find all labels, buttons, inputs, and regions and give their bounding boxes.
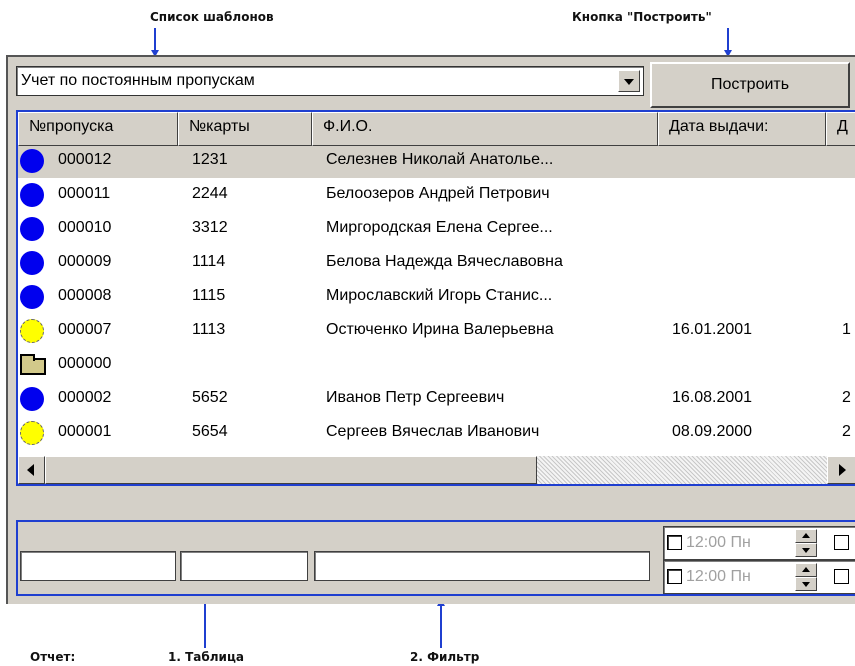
status-bar (16, 486, 855, 508)
annotation-filter-line (440, 606, 442, 648)
table-row[interactable]: 000001 5654 Сергеев Вячеслав Иванович 08.09… (18, 418, 855, 450)
table-row[interactable]: 000002 5652 Иванов Петр Сергеевич 16.08.200… (18, 384, 855, 416)
table-row[interactable]: 000000 (18, 350, 855, 382)
cell-extra: 2 (842, 423, 851, 440)
cell-card: 1115 (192, 287, 226, 304)
scroll-right-icon[interactable] (827, 456, 855, 484)
cell-date: 16.01.2001 (672, 321, 753, 338)
scroll-left-icon[interactable] (18, 456, 45, 484)
spin-up-icon[interactable] (795, 563, 817, 577)
date-from-value: 12:00 Пн (686, 534, 751, 551)
filter-card-input[interactable] (180, 551, 308, 581)
yellow-circle-icon (20, 319, 44, 343)
filter-name-input[interactable] (314, 551, 650, 581)
date-to-spinner[interactable] (795, 563, 817, 591)
filter-panel: 12:00 Пн 12:00 Пн (16, 520, 855, 596)
cell-extra: 1 (842, 321, 851, 338)
blue-circle-icon (20, 183, 44, 207)
cell-pass: 000002 (58, 389, 112, 406)
cell-date: 16.08.2001 (672, 389, 753, 406)
chevron-down-icon[interactable] (618, 70, 640, 92)
cell-name: Сергеев Вячеслав Иванович (326, 423, 540, 440)
spin-down-icon[interactable] (795, 543, 817, 557)
cell-pass: 000008 (58, 287, 112, 304)
table-row[interactable]: 000010 3312 Миргородская Елена Сергее... (18, 214, 855, 246)
annotation-build-button-line (727, 28, 729, 52)
table-row[interactable]: 000007 1113 Остюченко Ирина Валерьевна 16.0… (18, 316, 855, 348)
cell-pass: 000000 (58, 355, 112, 372)
cell-name: Иванов Петр Сергеевич (326, 389, 505, 406)
cell-card: 3312 (192, 219, 228, 236)
column-header-name[interactable]: Ф.И.О. (312, 112, 658, 146)
cell-card: 5654 (192, 423, 228, 440)
annotation-filter: 2. Фильтр (410, 650, 480, 664)
annotation-report: Отчет: (30, 650, 76, 664)
cell-name: Белова Надежда Вячеславовна (326, 253, 563, 270)
cell-pass: 000010 (58, 219, 112, 236)
cell-pass: 000011 (58, 185, 111, 202)
cell-pass: 000007 (58, 321, 112, 338)
scrollbar-track[interactable] (537, 456, 827, 484)
cell-name: Остюченко Ирина Валерьевна (326, 321, 554, 338)
cell-date: 08.09.2000 (672, 423, 753, 440)
blue-circle-icon (20, 285, 44, 309)
table-row[interactable]: 000008 1115 Мирославский Игорь Станис... (18, 282, 855, 314)
spin-up-icon[interactable] (795, 529, 817, 543)
blue-circle-icon (20, 387, 44, 411)
build-button[interactable]: Построить (650, 62, 850, 108)
horizontal-scrollbar[interactable] (18, 456, 855, 484)
blue-circle-icon (20, 149, 44, 173)
filter-date-to[interactable]: 12:00 Пн (663, 560, 855, 594)
cell-name: Миргородская Елена Сергее... (326, 219, 553, 236)
cell-name: Селезнев Николай Анатолье... (326, 151, 554, 168)
cell-pass: 000001 (58, 423, 112, 440)
template-select-value: Учет по постоянным пропускам (21, 72, 255, 89)
annotation-template-list: Список шаблонов (150, 10, 274, 24)
spin-down-icon[interactable] (795, 577, 817, 591)
cell-card: 1231 (192, 151, 228, 168)
cell-card: 5652 (192, 389, 228, 406)
cell-pass: 000009 (58, 253, 112, 270)
blue-circle-icon (20, 217, 44, 241)
date-from-spinner[interactable] (795, 529, 817, 557)
table-row[interactable]: 000011 2244 Белоозеров Андрей Петрович (18, 180, 855, 212)
annotation-table: 1. Таблица (168, 650, 244, 664)
date-from-checkbox[interactable] (667, 535, 682, 550)
cell-name: Мирославский Игорь Станис... (326, 287, 553, 304)
folder-icon (20, 354, 46, 375)
scrollbar-thumb[interactable] (45, 456, 537, 484)
date-from-extra-checkbox[interactable] (834, 535, 849, 550)
column-header-card[interactable]: №карты (178, 112, 312, 146)
filter-date-from[interactable]: 12:00 Пн (663, 526, 855, 560)
cell-card: 2244 (192, 185, 228, 202)
cell-card: 1113 (192, 321, 226, 338)
date-to-extra-checkbox[interactable] (834, 569, 849, 584)
template-select[interactable]: Учет по постоянным пропускам (16, 66, 644, 96)
cell-extra: 2 (842, 389, 851, 406)
column-header-pass[interactable]: №пропуска (18, 112, 178, 146)
date-to-checkbox[interactable] (667, 569, 682, 584)
table-row[interactable]: 000009 1114 Белова Надежда Вячеславовна (18, 248, 855, 280)
blue-circle-icon (20, 251, 44, 275)
table-row[interactable]: 000012 1231 Селезнев Николай Анатолье... (18, 146, 855, 178)
column-header-extra[interactable]: Д (826, 112, 855, 146)
cell-pass: 000012 (58, 151, 112, 168)
yellow-circle-icon (20, 421, 44, 445)
annotation-build-button: Кнопка "Построить" (572, 10, 712, 24)
report-table: №пропуска №карты Ф.И.О. Дата выдачи: Д 0… (16, 110, 855, 486)
annotation-template-list-line (154, 28, 156, 52)
filter-pass-input[interactable] (20, 551, 176, 581)
cell-card: 1114 (192, 253, 226, 270)
column-header-date[interactable]: Дата выдачи: (658, 112, 826, 146)
cell-name: Белоозеров Андрей Петрович (326, 185, 550, 202)
date-to-value: 12:00 Пн (686, 568, 751, 585)
